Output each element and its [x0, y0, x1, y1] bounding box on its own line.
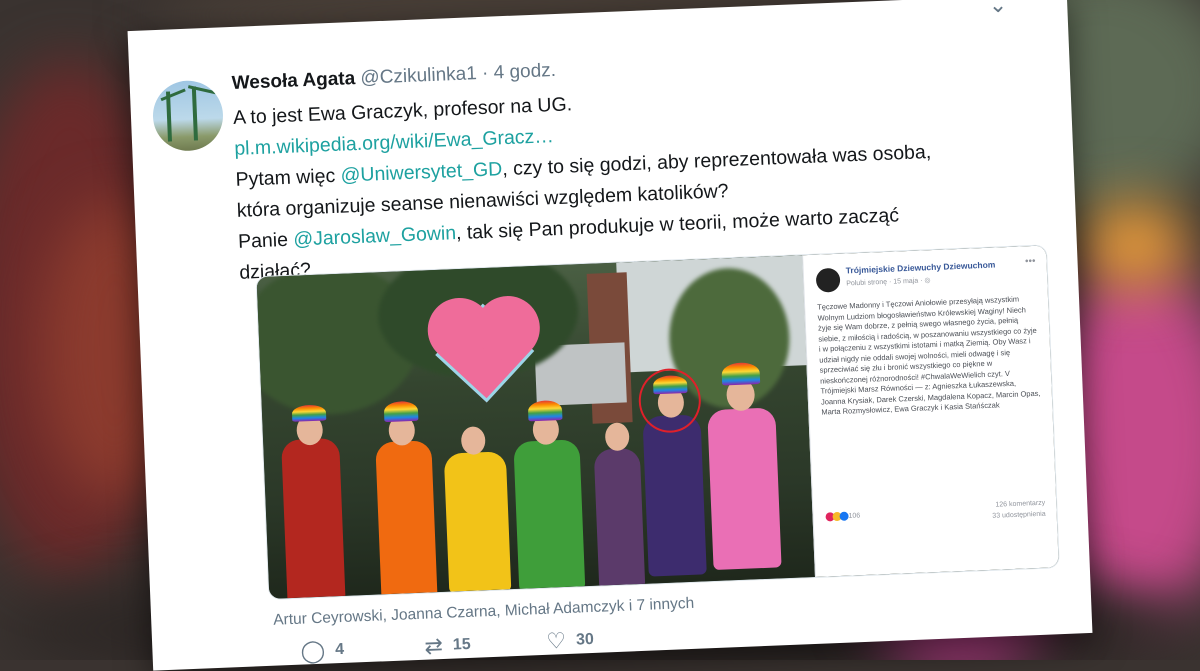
- separator: ·: [481, 62, 489, 84]
- post-meta: Polubi stronę · 15 maja · ◎: [846, 277, 931, 288]
- avatar[interactable]: [151, 79, 225, 153]
- tweet-text-span: Panie: [237, 228, 294, 253]
- tweet-media[interactable]: Trójmiejskie Dziewuchy Dziewuchom Polubi…: [255, 244, 1060, 600]
- reaction-count: 106: [848, 512, 861, 520]
- retweet-button[interactable]: ⇄ 15: [423, 632, 471, 659]
- chevron-down-icon[interactable]: ⌄: [988, 0, 1007, 19]
- display-name[interactable]: Wesoła Agata: [231, 68, 355, 94]
- more-options-icon: •••: [1024, 255, 1036, 268]
- reply-count: 4: [334, 640, 345, 659]
- share-count: 33 udostępnienia: [992, 510, 1046, 520]
- embedded-facebook-post: Trójmiejskie Dziewuchy Dziewuchom Polubi…: [802, 245, 1060, 577]
- mention-link[interactable]: @Jaroslaw_Gowin: [293, 222, 457, 251]
- liked-by[interactable]: Artur Ceyrowski, Joanna Czarna, Michał A…: [273, 595, 695, 630]
- retweet-icon: ⇄: [423, 632, 444, 659]
- reactions: 106: [825, 511, 861, 522]
- mention-link[interactable]: @Uniwersytet_GD: [340, 158, 503, 186]
- like-count: 30: [575, 630, 595, 649]
- tweet-header: Wesoła Agata @Czikulinka1 · 4 godz.: [231, 60, 556, 95]
- heart-icon: ♡: [545, 628, 567, 654]
- page-avatar: [815, 267, 841, 293]
- like-button[interactable]: ♡ 30: [545, 628, 595, 654]
- timestamp[interactable]: 4 godz.: [493, 60, 556, 83]
- parade-photo: [256, 255, 815, 599]
- retweet-count: 15: [452, 635, 471, 654]
- reply-button[interactable]: ◯ 4: [300, 637, 345, 664]
- heart-sign: [435, 303, 535, 403]
- tweet-text-span: Pytam więc: [235, 164, 342, 191]
- tweet-card: ⌄ Wesoła Agata @Czikulinka1 · 4 godz. A …: [127, 0, 1093, 671]
- reply-bubble-icon: ◯: [300, 637, 326, 664]
- post-stats: 126 komentarzy 33 udostępnienia: [992, 498, 1046, 522]
- user-handle[interactable]: @Czikulinka1: [360, 63, 477, 89]
- page-name: Trójmiejskie Dziewuchy Dziewuchom: [845, 259, 996, 276]
- post-body: Tęczowe Madonny i Tęczowi Aniołowie prze…: [816, 294, 1041, 417]
